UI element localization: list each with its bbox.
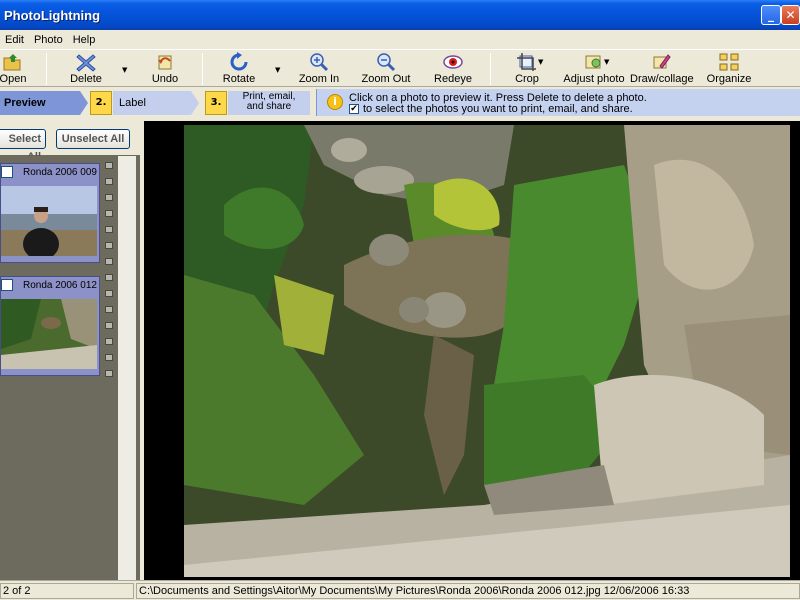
delete-button[interactable]: Delete <box>66 52 106 86</box>
open-label: Open <box>0 73 27 85</box>
zoom-out-label: Zoom Out <box>361 73 411 85</box>
thumbnail-item[interactable]: Ronda 2006 012 <box>0 276 100 376</box>
hint-checkbox-icon: ✔ <box>349 104 359 114</box>
minimize-button[interactable]: _ <box>761 5 781 25</box>
thumbnail-checkbox[interactable] <box>1 166 13 178</box>
organize-label: Organize <box>706 73 752 85</box>
redeye-label: Redeye <box>434 73 472 85</box>
zoom-in-icon <box>310 53 329 72</box>
delete-dropdown-icon[interactable]: ▼ <box>122 66 127 74</box>
title-bar[interactable]: PhotoLightning _ ✕ <box>0 0 800 30</box>
delete-label: Delete <box>70 73 102 85</box>
step3-line2: and share <box>246 101 292 112</box>
status-file-path: C:\Documents and Settings\Aitor\My Docum… <box>136 583 800 599</box>
step-label[interactable]: Label <box>113 91 199 115</box>
info-icon: i <box>327 94 343 110</box>
step-print-email-share[interactable]: Print, email, and share <box>228 91 310 115</box>
step2-number[interactable]: 2. <box>90 91 112 115</box>
thumbnail-caption: Ronda 2006 009 <box>23 167 97 178</box>
open-button[interactable]: Open <box>0 52 28 86</box>
adjust-photo-icon <box>585 55 601 69</box>
step-preview[interactable]: Preview <box>0 91 88 115</box>
thumbnail-checkbox[interactable] <box>1 279 13 291</box>
rotate-dropdown-icon[interactable]: ▼ <box>275 66 280 74</box>
filmstrip[interactable]: Ronda 2006 009 Ronda 2006 012 <box>0 156 118 580</box>
toolbar-separator <box>490 53 491 85</box>
toolbar-separator <box>46 53 47 85</box>
organize-button[interactable]: Organize <box>706 52 752 86</box>
photo-viewer[interactable] <box>144 121 800 580</box>
menu-bar: Edit Photo Help <box>0 30 800 49</box>
status-bar: 2 of 2 C:\Documents and Settings\Aitor\M… <box>0 580 800 600</box>
thumbnail-image <box>1 299 97 369</box>
thumbnail-scrollbar[interactable] <box>118 156 136 580</box>
zoom-out-icon <box>377 53 396 72</box>
crop-icon <box>517 53 536 71</box>
adjust-photo-button[interactable]: Adjust photo <box>562 52 626 86</box>
preview-photo <box>184 125 790 577</box>
step3-number[interactable]: 3. <box>205 91 227 115</box>
thumbnail-image <box>1 186 97 256</box>
crop-label: Crop <box>515 73 539 85</box>
draw-collage-icon <box>653 54 671 69</box>
draw-collage-button[interactable]: Draw/collage <box>630 52 694 86</box>
toolbar: Open Delete ▼ Undo Rotate ▼ Zoom In Zoom… <box>0 49 800 87</box>
rotate-label: Rotate <box>222 73 256 85</box>
redeye-button[interactable]: Redeye <box>432 52 474 86</box>
organize-icon <box>719 53 739 71</box>
redeye-icon <box>443 55 463 69</box>
undo-button[interactable]: Undo <box>148 52 182 86</box>
thumbnail-caption: Ronda 2006 012 <box>23 280 97 291</box>
zoom-out-button[interactable]: Zoom Out <box>360 52 412 86</box>
hint-panel: i Click on a photo to preview it. Press … <box>316 89 800 116</box>
close-button[interactable]: ✕ <box>781 5 800 25</box>
thumbnail-item[interactable]: Ronda 2006 009 <box>0 163 100 263</box>
filmstrip-perforations <box>102 156 116 580</box>
undo-icon <box>158 55 172 70</box>
steps-bar: Preview 2. Label 3. Print, email, and sh… <box>0 88 800 118</box>
rotate-icon <box>230 52 248 71</box>
crop-dropdown-icon[interactable]: ▼ <box>538 58 543 66</box>
open-folder-icon <box>3 54 21 71</box>
zoom-in-label: Zoom In <box>298 73 340 85</box>
toolbar-separator <box>202 53 203 85</box>
select-all-button[interactable]: Select All <box>0 129 46 163</box>
menu-edit[interactable]: Edit <box>0 34 29 46</box>
thumbnail-panel: Select All Unselect All Ronda 2006 009 R… <box>0 121 140 580</box>
status-photo-count: 2 of 2 <box>0 583 134 599</box>
unselect-all-button[interactable]: Unselect All <box>56 129 130 149</box>
hint-line2: to select the photos you want to print, … <box>363 103 633 115</box>
zoom-in-button[interactable]: Zoom In <box>296 52 342 86</box>
app-window: PhotoLightning _ ✕ Edit Photo Help Open … <box>0 0 800 600</box>
window-title: PhotoLightning <box>4 7 101 23</box>
adjust-dropdown-icon[interactable]: ▼ <box>604 58 609 66</box>
delete-icon <box>76 54 96 72</box>
draw-collage-label: Draw/collage <box>630 73 694 85</box>
adjust-photo-label: Adjust photo <box>563 73 625 85</box>
undo-label: Undo <box>151 73 179 85</box>
select-buttons-row: Select All Unselect All <box>0 121 140 163</box>
menu-help[interactable]: Help <box>68 34 101 46</box>
rotate-button[interactable]: Rotate <box>220 52 258 86</box>
menu-photo[interactable]: Photo <box>29 34 68 46</box>
